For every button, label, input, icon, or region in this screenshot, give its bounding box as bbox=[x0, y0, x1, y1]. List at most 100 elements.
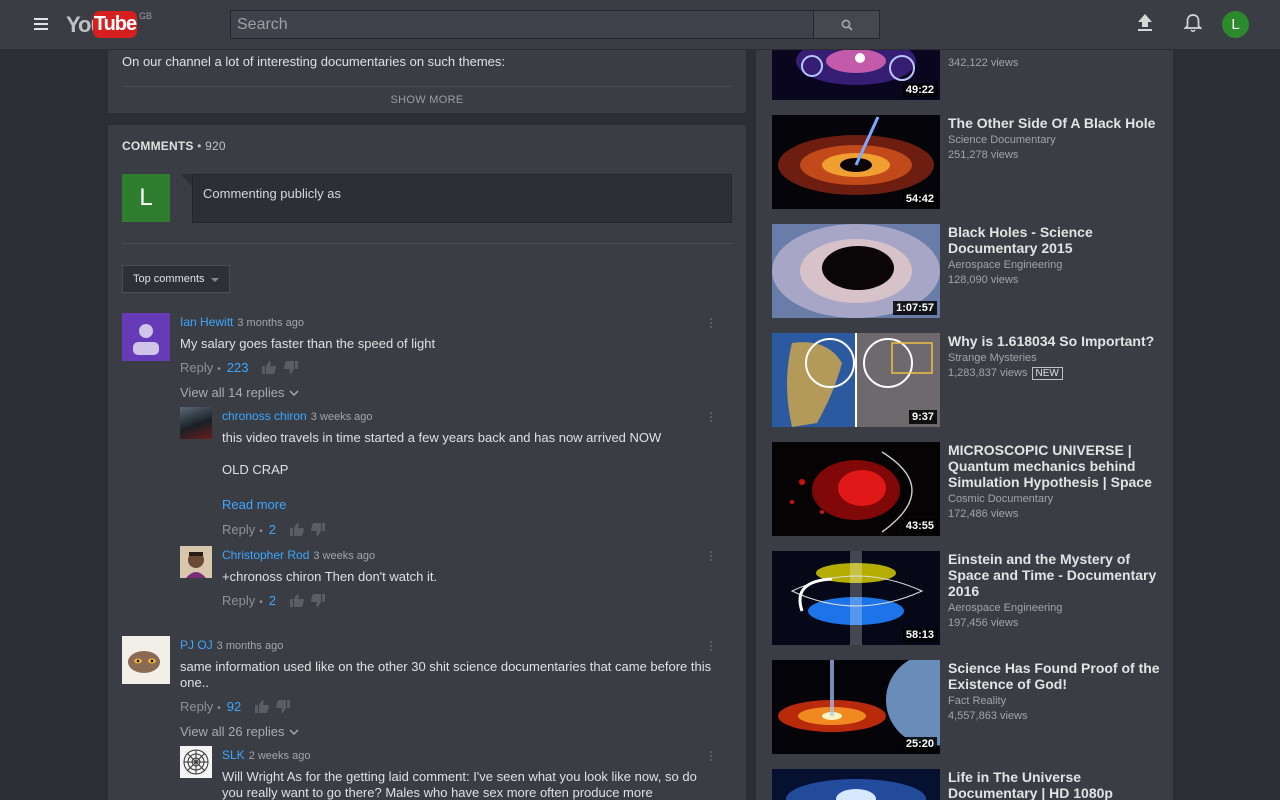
separator-dot: • bbox=[217, 703, 221, 714]
thumbs-down-icon[interactable] bbox=[311, 594, 326, 607]
sort-comments-dropdown[interactable]: Top comments bbox=[122, 265, 230, 293]
video-thumbnail[interactable]: 43:55 bbox=[772, 442, 940, 536]
search-icon bbox=[841, 19, 853, 31]
comment-box-arrow bbox=[180, 174, 192, 186]
search-button[interactable] bbox=[813, 10, 880, 39]
comment-text: Will Wright As for the getting laid comm… bbox=[222, 769, 697, 800]
logo-tube-text: Tube bbox=[93, 11, 137, 38]
reply-button[interactable]: Reply bbox=[180, 360, 213, 375]
video-duration: 9:37 bbox=[908, 410, 937, 424]
comment-thread: PJ OJ 3 months ago same information used … bbox=[122, 636, 732, 742]
comment-time[interactable]: 3 months ago bbox=[237, 317, 304, 329]
video-views: 251,278 views bbox=[948, 149, 1019, 161]
video-channel: Aerospace Engineering bbox=[948, 602, 1063, 614]
video-thumbnail[interactable]: 54:42 bbox=[772, 115, 940, 209]
related-video[interactable]: 54:42 The Other Side Of A Black Hole Sci… bbox=[772, 115, 1162, 209]
more-options-icon[interactable] bbox=[710, 641, 712, 653]
comment-reply: SLK 2 weeks ago Will Wright As for the ge… bbox=[180, 746, 732, 800]
avatar[interactable] bbox=[180, 746, 212, 778]
account-avatar[interactable]: L bbox=[1222, 11, 1249, 38]
comment-input[interactable]: Commenting publicly as bbox=[192, 174, 732, 223]
comment-time[interactable]: 3 weeks ago bbox=[313, 550, 375, 562]
comment-reply: Christopher Rod 3 weeks ago +chronoss chi… bbox=[180, 546, 732, 608]
divider bbox=[122, 86, 732, 87]
comment-author[interactable]: Ian Hewitt bbox=[180, 315, 233, 329]
thumbs-down-icon[interactable] bbox=[283, 361, 298, 374]
related-video[interactable]: 43:55 MICROSCOPIC UNIVERSE | Quantum mec… bbox=[772, 442, 1162, 536]
video-thumbnail[interactable] bbox=[772, 769, 940, 800]
video-views: 128,090 views bbox=[948, 274, 1019, 286]
more-options-icon[interactable] bbox=[710, 412, 712, 424]
comment-time[interactable]: 3 weeks ago bbox=[311, 411, 373, 423]
video-thumbnail[interactable]: 25:20 bbox=[772, 660, 940, 754]
comment-time[interactable]: 2 weeks ago bbox=[249, 750, 311, 762]
chevron-down-icon[interactable] bbox=[289, 729, 299, 736]
like-count: 2 bbox=[268, 593, 276, 608]
video-title: Science Has Found Proof of the Existence… bbox=[948, 660, 1160, 692]
avatar[interactable] bbox=[180, 546, 212, 578]
view-replies-link[interactable]: View all 14 replies bbox=[180, 385, 285, 400]
avatar[interactable] bbox=[180, 407, 212, 439]
comment-author[interactable]: PJ OJ bbox=[180, 638, 213, 652]
comment-time[interactable]: 3 months ago bbox=[217, 640, 284, 652]
separator-dot: • bbox=[217, 364, 221, 375]
comment-author[interactable]: Christopher Rod bbox=[222, 548, 309, 562]
video-thumbnail[interactable]: 9:37 bbox=[772, 333, 940, 427]
thumbnail-image bbox=[772, 769, 940, 800]
video-duration: 43:55 bbox=[902, 519, 937, 533]
hamburger-menu-icon[interactable] bbox=[34, 18, 48, 30]
notifications-bell-icon[interactable] bbox=[1184, 13, 1202, 33]
video-duration: 54:42 bbox=[902, 192, 937, 206]
avatar[interactable] bbox=[122, 636, 170, 684]
separator-dot: • bbox=[259, 526, 263, 537]
thumbs-down-icon[interactable] bbox=[276, 700, 291, 713]
related-video[interactable]: 58:13 Einstein and the Mystery of Space … bbox=[772, 551, 1162, 645]
avatar[interactable] bbox=[122, 313, 170, 361]
comment-text: same information used like on the other … bbox=[180, 659, 712, 690]
comments-header: COMMENTS • 920 bbox=[122, 139, 226, 153]
comment-author[interactable]: SLK bbox=[222, 748, 245, 762]
video-duration: 25:20 bbox=[902, 737, 937, 751]
read-more-link[interactable]: Read more bbox=[222, 497, 286, 512]
comment-text: My salary goes faster than the speed of … bbox=[180, 336, 436, 351]
description-text: On our channel a lot of interesting docu… bbox=[122, 54, 505, 69]
thumbs-up-icon[interactable] bbox=[289, 523, 304, 536]
logo-region: GB bbox=[139, 11, 153, 21]
default-user-icon bbox=[133, 324, 159, 355]
video-views: 1,283,837 views bbox=[948, 367, 1028, 379]
related-video[interactable]: 25:20 Science Has Found Proof of the Exi… bbox=[772, 660, 1162, 754]
new-badge: NEW bbox=[1031, 367, 1063, 380]
thumbs-up-icon[interactable] bbox=[289, 594, 304, 607]
video-title: Life in The Universe Documentary | HD 10… bbox=[948, 769, 1113, 800]
video-title: Black Holes - Science Documentary 2015 bbox=[948, 224, 1093, 256]
search-input[interactable]: Search bbox=[230, 10, 814, 39]
comment-author[interactable]: chronoss chiron bbox=[222, 409, 307, 423]
more-options-icon[interactable] bbox=[710, 318, 712, 330]
upload-icon[interactable] bbox=[1137, 14, 1153, 32]
related-video[interactable]: 9:37 Why is 1.618034 So Important? Stran… bbox=[772, 333, 1162, 427]
related-video[interactable]: 1:07:57 Black Holes - Science Documentar… bbox=[772, 224, 1162, 318]
like-count: 223 bbox=[226, 360, 249, 375]
reply-button[interactable]: Reply bbox=[222, 522, 255, 537]
thumbs-up-icon[interactable] bbox=[262, 361, 277, 374]
comment-thread: Ian Hewitt 3 months ago My salary goes fa… bbox=[122, 313, 732, 403]
chevron-down-icon[interactable] bbox=[289, 390, 299, 397]
more-options-icon[interactable] bbox=[710, 551, 712, 563]
thumbs-up-icon[interactable] bbox=[254, 700, 269, 713]
video-thumbnail[interactable]: 58:13 bbox=[772, 551, 940, 645]
video-thumbnail[interactable]: 1:07:57 bbox=[772, 224, 940, 318]
user-photo bbox=[180, 546, 212, 578]
chevron-down-icon bbox=[211, 278, 219, 282]
video-duration: 1:07:57 bbox=[893, 301, 937, 315]
reply-button[interactable]: Reply bbox=[180, 699, 213, 714]
view-replies-link[interactable]: View all 26 replies bbox=[180, 724, 285, 739]
more-options-icon[interactable] bbox=[710, 751, 712, 763]
thumbs-down-icon[interactable] bbox=[311, 523, 326, 536]
reply-button[interactable]: Reply bbox=[222, 593, 255, 608]
related-video[interactable]: Life in The Universe Documentary | HD 10… bbox=[772, 769, 1162, 800]
video-channel: Aerospace Engineering bbox=[948, 259, 1063, 271]
like-count: 2 bbox=[268, 522, 276, 537]
sort-label: Top comments bbox=[133, 273, 205, 285]
video-title: The Other Side Of A Black Hole bbox=[948, 115, 1156, 131]
show-more-button[interactable]: SHOW MORE bbox=[108, 94, 746, 106]
